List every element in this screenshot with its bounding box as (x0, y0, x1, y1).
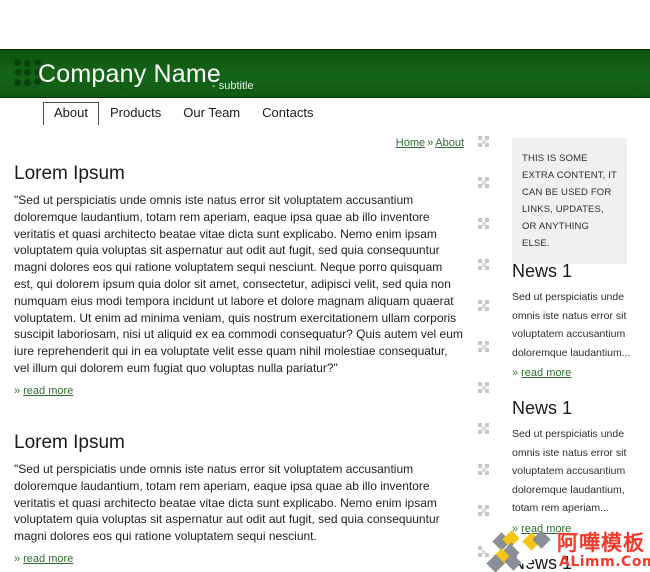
divider-motif-icon (478, 505, 489, 516)
divider-motif-icon (478, 218, 489, 229)
nav-item-label: Products (109, 105, 162, 120)
news-block-2: News 1 Sed ut perspiciatis unde omnis is… (512, 397, 640, 536)
divider-motif-icon (478, 259, 489, 270)
extra-content-box: THIS IS SOME EXTRA CONTENT, IT CAN BE US… (512, 138, 627, 264)
chevron-right-icon: » (512, 367, 519, 379)
article-title: Lorem Ipsum (14, 432, 125, 453)
company-name: Company Name (38, 60, 222, 88)
article-2: Lorem Ipsum "Sed ut perspiciatis unde om… (14, 431, 464, 566)
divider-motif-icon (478, 464, 489, 475)
article-1: Lorem Ipsum "Sed ut perspiciatis unde om… (14, 162, 464, 398)
article-readmore[interactable]: » read more (14, 384, 464, 398)
divider-motif-icon (478, 546, 489, 557)
news-block-1: News 1 Sed ut perspiciatis unde omnis is… (512, 260, 640, 380)
content-area: Home» About Lorem Ipsum "Sed ut perspicia… (0, 128, 650, 572)
article-body: "Sed ut perspiciatis unde omnis iste nat… (14, 193, 463, 375)
nav-item-label: Our Team (183, 105, 241, 120)
news-body: Sed ut perspiciatis unde omnis iste natu… (512, 291, 631, 359)
readmore-link[interactable]: read more (521, 367, 571, 379)
page-root: Company Name - subtitle About Products O… (0, 0, 650, 572)
breadcrumb-link-home[interactable]: Home (396, 137, 425, 149)
news-readmore[interactable]: » read more (512, 366, 640, 380)
readmore-link[interactable]: read more (23, 553, 73, 565)
article-title: Lorem Ipsum (14, 163, 125, 184)
article-body: "Sed ut perspiciatis unde omnis iste nat… (14, 462, 440, 544)
chevron-right-icon: » (14, 552, 21, 565)
decorative-divider (476, 136, 494, 572)
article-readmore[interactable]: » read more (14, 552, 464, 566)
main-navigation: About Products Our Team Contacts (0, 99, 650, 128)
site-subtitle: - subtitle (212, 80, 254, 92)
news-title: News 1 (512, 261, 573, 281)
chevron-right-icon: » (14, 384, 21, 397)
breadcrumb: Home» About (14, 136, 464, 150)
breadcrumb-separator: » (427, 137, 434, 149)
site-header: Company Name (0, 49, 650, 98)
divider-motif-icon (478, 136, 489, 147)
top-white-strip (0, 0, 650, 49)
divider-motif-icon (478, 177, 489, 188)
news-title: News 1 (512, 553, 573, 572)
divider-motif-icon (478, 423, 489, 434)
readmore-link[interactable]: read more (23, 385, 73, 397)
news-title: News 1 (512, 398, 573, 418)
divider-motif-icon (478, 300, 489, 311)
news-readmore[interactable]: » read more (512, 522, 640, 536)
readmore-link[interactable]: read more (521, 523, 571, 535)
chevron-right-icon: » (512, 522, 519, 535)
news-body: Sed ut perspiciatis unde omnis iste natu… (512, 428, 627, 514)
nav-item-label: Contacts (262, 105, 314, 120)
nav-item-about[interactable]: About (43, 102, 99, 125)
extra-content-text: THIS IS SOME EXTRA CONTENT, IT CAN BE US… (522, 153, 617, 249)
breadcrumb-link-about[interactable]: About (435, 137, 464, 149)
divider-motif-icon (478, 341, 489, 352)
nav-item-label: About (54, 105, 88, 120)
nav-item-our-team[interactable]: Our Team (172, 102, 251, 125)
nav-item-products[interactable]: Products (99, 102, 172, 125)
nav-item-contacts[interactable]: Contacts (251, 102, 324, 125)
news-block-3: News 1 (512, 552, 640, 572)
divider-motif-icon (478, 382, 489, 393)
